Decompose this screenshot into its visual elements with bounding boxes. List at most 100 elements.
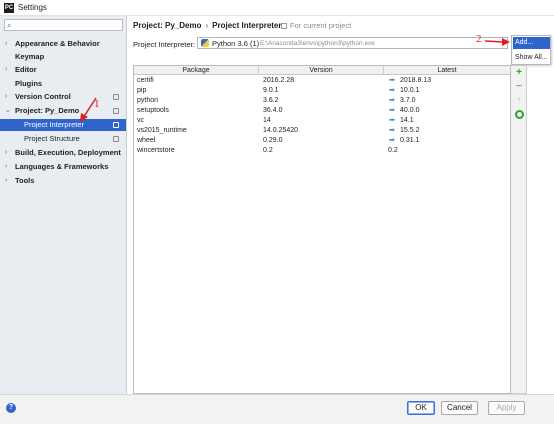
breadcrumb-separator: › (205, 21, 209, 30)
ok-button[interactable]: OK (407, 401, 435, 415)
table-row[interactable]: wincertstore 0.2 0.2 (134, 146, 510, 155)
sidebar-item-plugins[interactable]: Plugins (0, 78, 126, 90)
table-row[interactable]: python 3.6.2 ➡ 3.7.0 (134, 96, 510, 105)
title-bar: PC Settings (0, 0, 554, 16)
package-version: 3.6.2 (263, 97, 279, 104)
apply-button[interactable]: Apply (488, 401, 525, 415)
packages-table: Package Version Latest certifi 2016.2.28… (133, 65, 511, 394)
breadcrumb-project: Project: Py_Demo (133, 21, 202, 30)
package-latest: 40.0.0 (400, 107, 420, 114)
sidebar-item-keymap[interactable]: Keymap (0, 51, 126, 63)
upgrade-arrow-icon: ➡ (389, 97, 395, 104)
project-scope-icon (113, 94, 119, 100)
annotation-number-1: 1 (94, 98, 100, 110)
package-name: python (137, 97, 159, 104)
package-name: certifi (137, 77, 154, 84)
sidebar-item-languages[interactable]: › Languages & Frameworks (0, 161, 126, 173)
sidebar-item-build[interactable]: › Build, Execution, Deployment (0, 147, 126, 159)
chevron-right-icon: › (5, 93, 8, 100)
table-row[interactable]: certifi 2016.2.28 ➡ 2018.8.13 (134, 76, 510, 85)
sidebar-item-project-structure[interactable]: Project Structure (0, 133, 126, 145)
sidebar-item-label: Languages & Frameworks (15, 162, 109, 171)
show-early-releases-icon[interactable] (515, 110, 524, 119)
sidebar-item-label: Tools (15, 176, 35, 185)
column-header-version[interactable]: Version (259, 66, 384, 75)
project-scope-icon (113, 136, 119, 142)
chevron-right-icon: › (5, 40, 8, 47)
package-version: 14 (263, 117, 271, 124)
sidebar-item-label: Plugins (15, 79, 43, 88)
package-name: vc (137, 117, 144, 124)
chevron-right-icon: › (5, 149, 8, 156)
package-name: vs2015_runtime (137, 127, 187, 134)
scope-note-text: For current project (290, 21, 352, 30)
package-version: 9.0.1 (263, 87, 279, 94)
menu-item-show-all[interactable]: Show All... (513, 52, 550, 64)
cancel-button[interactable]: Cancel (441, 401, 478, 415)
scope-note: For current project (281, 21, 351, 30)
project-scope-icon (113, 122, 119, 128)
upgrade-package-button[interactable]: ↑ (514, 95, 524, 105)
search-icon: ⌕ (7, 21, 12, 30)
dialog-footer: ? OK Cancel Apply (0, 394, 554, 424)
annotation-arrow-2 (484, 38, 510, 46)
sidebar-item-label: Project Structure (24, 134, 80, 143)
interpreter-select[interactable]: Python 3.6 (1) E:\Anaconda3\envs\python3… (197, 37, 508, 49)
sidebar-item-label: Keymap (15, 52, 45, 61)
table-row[interactable]: setuptools 36.4.0 ➡ 40.0.0 (134, 106, 510, 115)
chevron-right-icon: › (5, 177, 8, 184)
package-version: 36.4.0 (263, 107, 283, 114)
app-icon: PC (4, 3, 14, 13)
interpreter-gear-menu: Add... Show All... (511, 35, 551, 65)
package-version: 0.2 (263, 147, 273, 154)
package-latest: 0.31.1 (400, 137, 420, 144)
sidebar-item-tools[interactable]: › Tools (0, 175, 126, 187)
sidebar-item-label: Version Control (15, 92, 71, 101)
chevron-right-icon: › (5, 163, 8, 170)
upgrade-arrow-icon: ➡ (389, 107, 395, 114)
help-button[interactable]: ? (6, 403, 16, 413)
python-icon (201, 39, 209, 47)
upgrade-arrow-icon: ➡ (389, 117, 395, 124)
package-latest: 2018.8.13 (400, 77, 432, 84)
install-package-button[interactable]: + (514, 68, 524, 78)
table-row[interactable]: vs2015_runtime 14.0.25420 ➡ 15.5.2 (134, 126, 510, 135)
table-row[interactable]: pip 9.0.1 ➡ 10.0.1 (134, 86, 510, 95)
table-row[interactable]: wheel 0.29.0 ➡ 0.31.1 (134, 136, 510, 145)
table-header: Package Version Latest (134, 66, 510, 75)
packages-toolbar: + − ↑ (511, 65, 527, 394)
sidebar-item-label: Editor (15, 65, 37, 74)
package-latest: 3.7.0 (400, 97, 416, 104)
interpreter-path: E:\Anaconda3\envs\python3\python.exe (260, 40, 375, 47)
package-name: setuptools (137, 107, 169, 114)
breadcrumb: Project: Py_Demo › Project Interpreter (133, 21, 282, 30)
upgrade-arrow-icon: ➡ (389, 87, 395, 94)
package-latest: 15.5.2 (400, 127, 420, 134)
chevron-right-icon: › (5, 66, 8, 73)
sidebar-item-editor[interactable]: › Editor (0, 64, 126, 76)
column-header-package[interactable]: Package (134, 66, 259, 75)
package-name: wincertstore (137, 147, 175, 154)
annotation-number-2: 2 (476, 33, 482, 45)
package-latest: 14.1 (400, 117, 414, 124)
menu-item-add[interactable]: Add... (513, 37, 550, 49)
package-name: wheel (137, 137, 156, 144)
upgrade-arrow-icon: ➡ (389, 127, 395, 134)
sidebar-item-label: Project: Py_Demo (15, 106, 80, 115)
project-scope-icon (281, 23, 287, 29)
upgrade-arrow-icon: ➡ (389, 137, 395, 144)
package-version: 0.29.0 (263, 137, 283, 144)
settings-sidebar: ⌕ › Appearance & Behavior Keymap › Edito… (0, 16, 127, 394)
settings-search-input[interactable]: ⌕ (4, 19, 123, 31)
table-row[interactable]: vc 14 ➡ 14.1 (134, 116, 510, 125)
column-header-latest[interactable]: Latest (384, 66, 510, 75)
interpreter-name: Python 3.6 (1) (212, 39, 260, 48)
sidebar-item-appearance[interactable]: › Appearance & Behavior (0, 38, 126, 50)
sidebar-item-label: Appearance & Behavior (15, 39, 100, 48)
package-version: 2016.2.28 (263, 77, 295, 84)
project-scope-icon (113, 108, 119, 114)
uninstall-package-button[interactable]: − (514, 82, 524, 92)
upgrade-arrow-icon: ➡ (389, 77, 395, 84)
window-title: Settings (18, 3, 47, 12)
page-title: Project Interpreter (212, 21, 282, 30)
